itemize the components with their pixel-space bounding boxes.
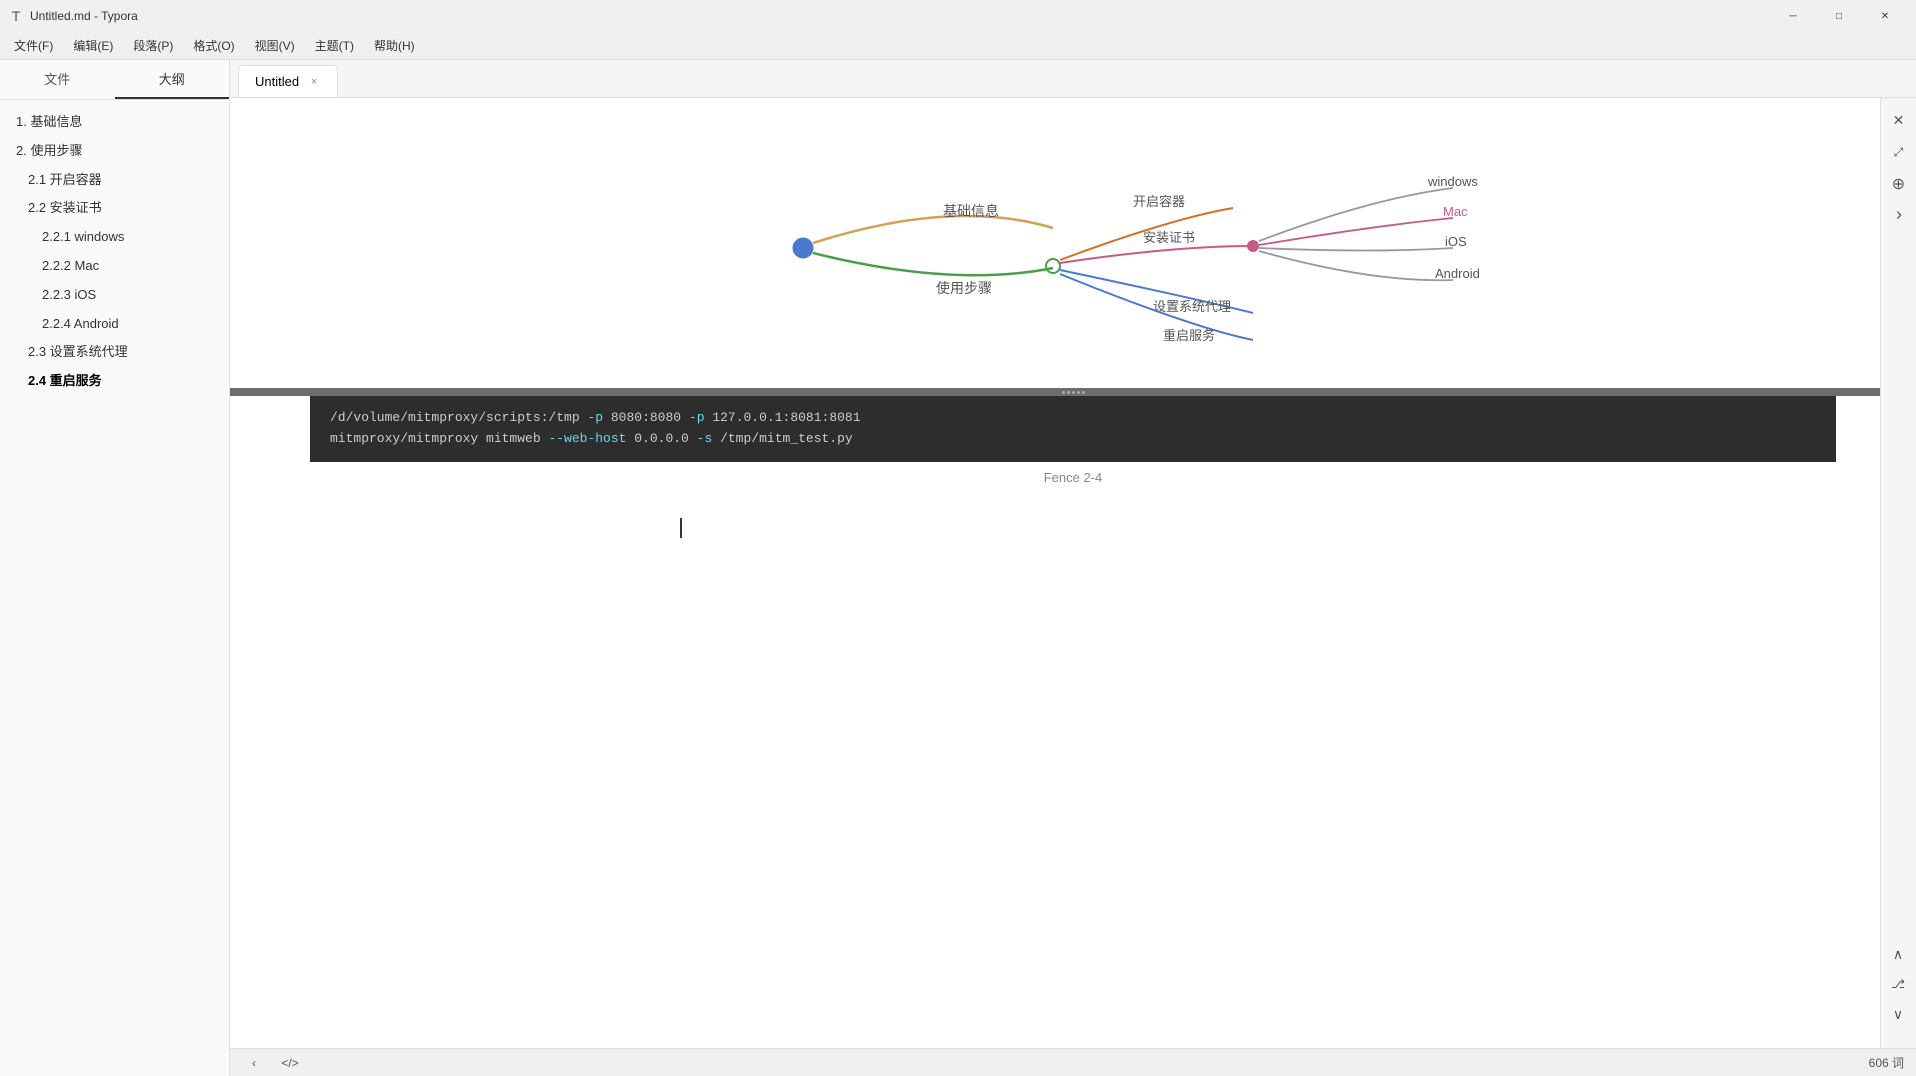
editor-area[interactable]: 基础信息 使用步骤 开启容器 安装证书 windows — [230, 98, 1916, 1048]
bottom-bar: ‹ </> 606 词 — [230, 1048, 1916, 1076]
svg-text:windows: windows — [1427, 174, 1478, 189]
title-bar: T Untitled.md - Typora ─ □ ✕ — [0, 0, 1916, 32]
outline-item-h1-1[interactable]: 1. 基础信息 — [0, 108, 229, 137]
menu-view[interactable]: 视图(V) — [245, 33, 305, 58]
outline-item-h2-22[interactable]: 2.2 安装证书 — [0, 194, 229, 223]
outline-item-h2-21[interactable]: 2.1 开启容器 — [0, 166, 229, 195]
menu-paragraph[interactable]: 段落(P) — [123, 33, 183, 58]
code-line-1: /d/volume/mitmproxy/scripts:/tmp -p 8080… — [330, 408, 1816, 429]
sidebar: 文件 大纲 1. 基础信息 2. 使用步骤 2.1 开启容器 2.2 安装证书 … — [0, 60, 230, 1076]
svg-text:Android: Android — [1435, 266, 1480, 281]
bottom-right: 606 词 — [1869, 1054, 1904, 1071]
sidebar-tabs: 文件 大纲 — [0, 60, 229, 100]
zoom-button[interactable]: ⊕ — [1885, 170, 1913, 198]
svg-text:开启容器: 开启容器 — [1133, 194, 1185, 209]
sidebar-outline: 1. 基础信息 2. 使用步骤 2.1 开启容器 2.2 安装证书 2.2.1 … — [0, 100, 229, 1076]
outline-item-h3-mac[interactable]: 2.2.2 Mac — [0, 252, 229, 281]
bottom-left: ‹ </> — [242, 1051, 302, 1075]
sidebar-tab-outline[interactable]: 大纲 — [115, 60, 230, 99]
outline-item-h3-ios[interactable]: 2.2.3 iOS — [0, 281, 229, 310]
svg-text:设置系统代理: 设置系统代理 — [1153, 299, 1231, 314]
tabs-bar: Untitled × — [230, 60, 1916, 98]
svg-text:重启服务: 重启服务 — [1163, 328, 1215, 343]
svg-text:使用步骤: 使用步骤 — [936, 280, 992, 296]
outline-item-h1-2[interactable]: 2. 使用步骤 — [0, 137, 229, 166]
document-tab[interactable]: Untitled × — [238, 65, 338, 97]
code-block: /d/volume/mitmproxy/scripts:/tmp -p 8080… — [310, 396, 1836, 462]
expand-button[interactable]: ⤢ — [1885, 138, 1913, 166]
sidebar-tab-files[interactable]: 文件 — [0, 60, 115, 99]
code-line-2: mitmproxy/mitmproxy mitmweb --web-host 0… — [330, 429, 1816, 450]
main-area: Untitled × 基础信息 使用步骤 — [230, 60, 1916, 1076]
window-controls: ─ □ ✕ — [1770, 0, 1908, 32]
tab-close-button[interactable]: × — [307, 75, 321, 89]
menu-format[interactable]: 格式(O) — [183, 33, 244, 58]
right-controls: ✕ ⤢ ⊕ ‹ ∧ ⎇ ∨ — [1880, 98, 1916, 1048]
outline-item-h2-23[interactable]: 2.3 设置系统代理 — [0, 338, 229, 367]
outline-item-h2-24[interactable]: 2.4 重启服务 — [0, 367, 229, 396]
text-cursor — [680, 518, 682, 538]
maximize-button[interactable]: □ — [1816, 0, 1862, 32]
menu-bar: 文件(F) 编辑(E) 段落(P) 格式(O) 视图(V) 主题(T) 帮助(H… — [0, 32, 1916, 60]
menu-help[interactable]: 帮助(H) — [364, 33, 425, 58]
mind-map-container: 基础信息 使用步骤 开启容器 安装证书 windows — [230, 98, 1916, 388]
menu-file[interactable]: 文件(F) — [4, 33, 63, 58]
drag-handle[interactable] — [230, 388, 1916, 396]
tab-label: Untitled — [255, 74, 299, 89]
menu-edit[interactable]: 编辑(E) — [63, 33, 123, 58]
close-panel-button[interactable]: ✕ — [1885, 106, 1913, 134]
window-title: Untitled.md - Typora — [30, 9, 1770, 23]
scroll-up-button[interactable]: ∧ — [1884, 940, 1912, 968]
outline-item-h3-windows[interactable]: 2.2.1 windows — [0, 223, 229, 252]
app-body: 文件 大纲 1. 基础信息 2. 使用步骤 2.1 开启容器 2.2 安装证书 … — [0, 60, 1916, 1076]
svg-text:Mac: Mac — [1443, 204, 1468, 219]
drag-dots — [1062, 391, 1085, 394]
arrow-right-button[interactable]: ‹ — [1885, 202, 1913, 230]
app-icon: T — [8, 8, 24, 24]
close-button[interactable]: ✕ — [1862, 0, 1908, 32]
mind-map-svg: 基础信息 使用步骤 开启容器 安装证书 windows — [230, 98, 1916, 388]
svg-text:iOS: iOS — [1445, 234, 1467, 249]
fence-label: Fence 2-4 — [310, 462, 1836, 493]
minimize-button[interactable]: ─ — [1770, 0, 1816, 32]
outline-item-h3-android[interactable]: 2.2.4 Android — [0, 310, 229, 339]
back-button[interactable]: ‹ — [242, 1051, 266, 1075]
word-count: 606 词 — [1869, 1054, 1904, 1071]
branch-icon: ⎇ — [1884, 970, 1912, 998]
scroll-down-button[interactable]: ∨ — [1884, 1000, 1912, 1028]
svg-text:安装证书: 安装证书 — [1143, 230, 1195, 245]
menu-theme[interactable]: 主题(T) — [305, 33, 364, 58]
svg-text:基础信息: 基础信息 — [943, 203, 999, 219]
source-mode-button[interactable]: </> — [278, 1051, 302, 1075]
